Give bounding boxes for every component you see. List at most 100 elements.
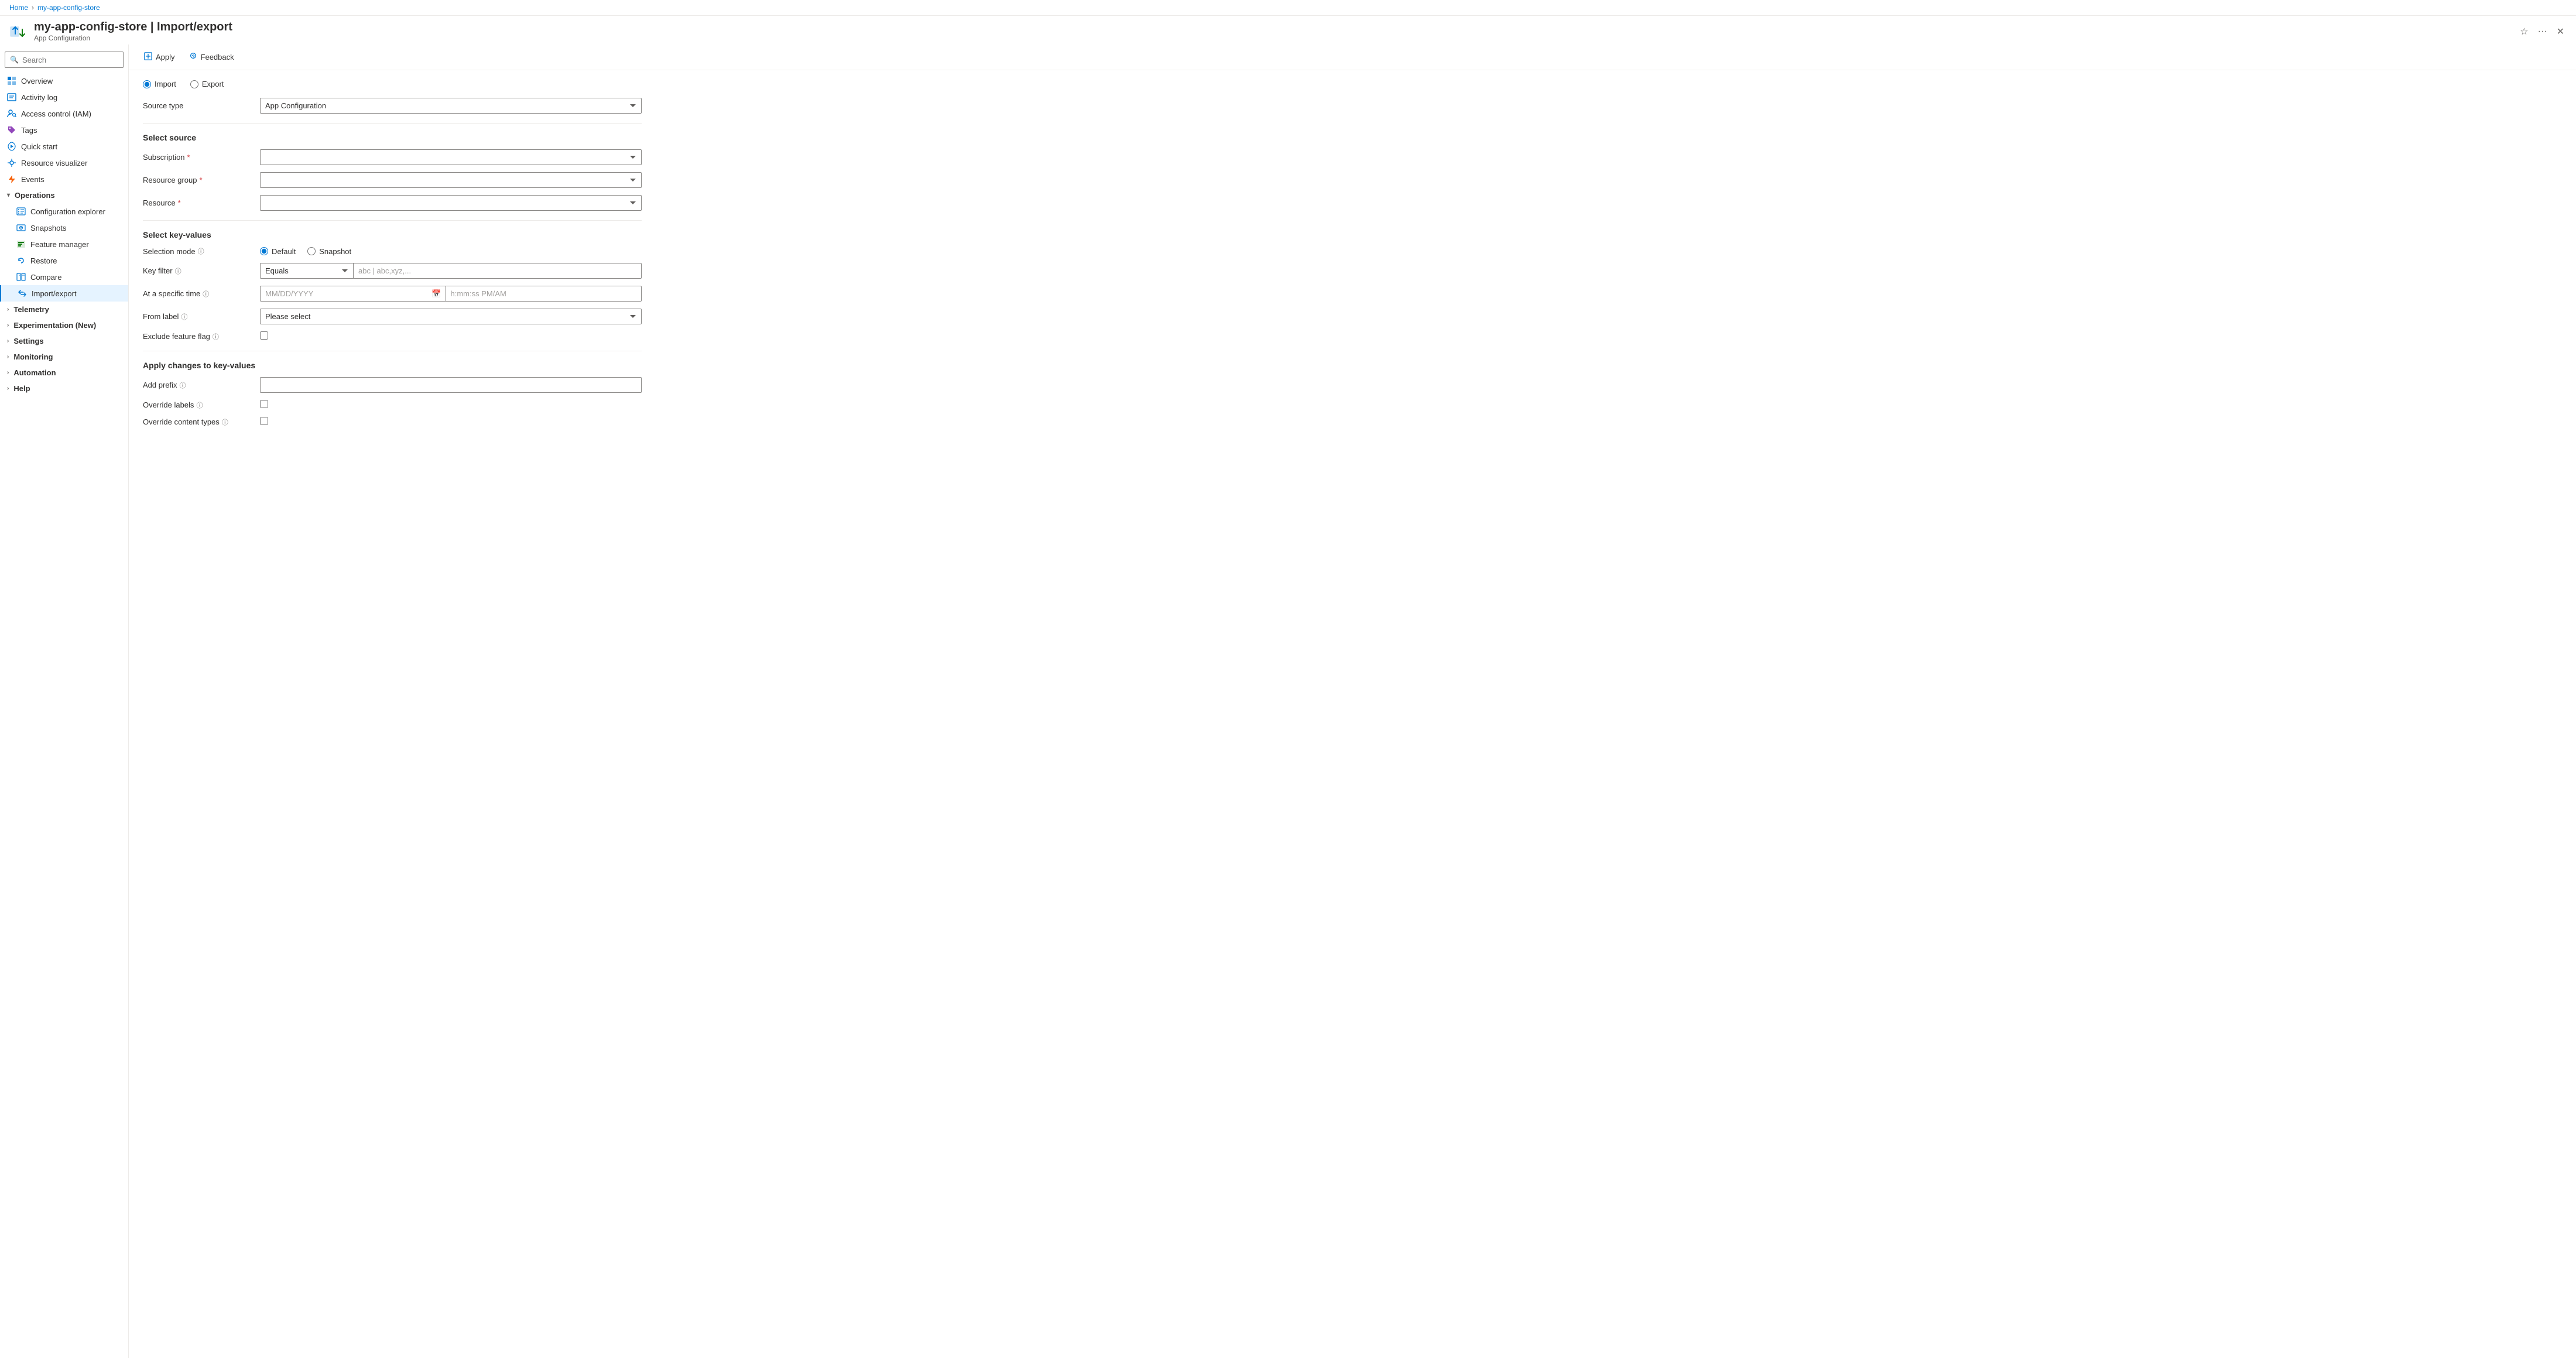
search-icon: 🔍 [10, 56, 19, 64]
resource-row: Resource * [143, 195, 642, 211]
resource-group-row: Resource group * [143, 172, 642, 188]
subscription-row: Subscription * [143, 149, 642, 165]
from-label-info-icon[interactable]: ⓘ [181, 312, 187, 321]
sidebar-item-snapshots[interactable]: Snapshots [0, 220, 128, 236]
date-time-composite: 📅 [260, 286, 642, 302]
override-content-types-row: Override content types ⓘ [143, 417, 642, 427]
experimentation-chevron-icon: › [7, 322, 9, 328]
sidebar-item-quick-start[interactable]: Quick start [0, 138, 128, 155]
close-button[interactable]: ✕ [2554, 23, 2567, 40]
subscription-control [260, 149, 642, 165]
override-content-types-info-icon[interactable]: ⓘ [222, 417, 228, 427]
telemetry-chevron-icon: › [7, 306, 9, 313]
sidebar-item-access-control[interactable]: Access control (IAM) [0, 105, 128, 122]
divider-2 [143, 220, 642, 221]
settings-chevron-icon: › [7, 338, 9, 344]
import-radio-text: Import [155, 80, 176, 88]
subscription-select[interactable] [260, 149, 642, 165]
page-icon [9, 22, 28, 41]
sidebar-label-config-explorer: Configuration explorer [30, 207, 105, 216]
exclude-feature-flag-info-icon[interactable]: ⓘ [213, 332, 219, 341]
specific-time-info-icon[interactable]: ⓘ [203, 289, 209, 299]
more-options-button[interactable]: ··· [2536, 24, 2550, 39]
sidebar-label-telemetry: Telemetry [13, 305, 49, 314]
resource-select[interactable] [260, 195, 642, 211]
specific-time-control: 📅 [260, 286, 642, 302]
resource-group-select[interactable] [260, 172, 642, 188]
key-filter-value-input[interactable] [354, 263, 642, 279]
sidebar-section-settings[interactable]: › Settings [0, 333, 128, 349]
export-radio[interactable] [190, 80, 198, 88]
feedback-icon [189, 52, 197, 62]
key-filter-operator-select[interactable]: Equals Starts with Does not equal [260, 263, 354, 279]
snapshot-radio-label[interactable]: Snapshot [307, 247, 351, 256]
date-input[interactable] [260, 286, 446, 302]
override-labels-row: Override labels ⓘ [143, 400, 642, 410]
sidebar-section-monitoring[interactable]: › Monitoring [0, 349, 128, 365]
add-prefix-input[interactable] [260, 377, 642, 393]
sidebar-label-access-control: Access control (IAM) [21, 109, 91, 118]
sidebar-item-overview[interactable]: Overview [0, 73, 128, 89]
sidebar-item-events[interactable]: Events [0, 171, 128, 187]
calendar-icon[interactable]: 📅 [431, 289, 441, 299]
sidebar-item-import-export[interactable]: Import/export [0, 285, 128, 302]
sidebar-item-feature-manager[interactable]: Feature manager [0, 236, 128, 252]
sidebar-label-events: Events [21, 175, 44, 184]
help-chevron-icon: › [7, 385, 9, 392]
override-labels-checkbox[interactable] [260, 400, 268, 408]
override-content-types-checkbox[interactable] [260, 417, 268, 425]
toolbar: Apply Feedback [129, 44, 2576, 70]
default-radio-label[interactable]: Default [260, 247, 296, 256]
from-label-label: From label ⓘ [143, 312, 260, 321]
key-filter-info-icon[interactable]: ⓘ [175, 266, 181, 276]
breadcrumb-resource[interactable]: my-app-config-store [37, 4, 100, 12]
sidebar-item-activity-log[interactable]: Activity log [0, 89, 128, 105]
sidebar-section-experimentation[interactable]: › Experimentation (New) [0, 317, 128, 333]
sidebar-label-quick-start: Quick start [21, 142, 57, 151]
sidebar-section-operations[interactable]: ▾ Operations [0, 187, 128, 203]
override-labels-info-icon[interactable]: ⓘ [196, 400, 203, 410]
selection-mode-radio-group: Default Snapshot [260, 247, 642, 256]
exclude-feature-flag-checkbox[interactable] [260, 331, 268, 340]
config-explorer-icon [16, 207, 26, 216]
page-title: my-app-config-store | Import/export [34, 20, 2512, 34]
favorite-button[interactable]: ☆ [2517, 23, 2530, 40]
sidebar-item-resource-visualizer[interactable]: Resource visualizer [0, 155, 128, 171]
sidebar-item-tags[interactable]: Tags [0, 122, 128, 138]
page-subtitle: App Configuration [34, 34, 2512, 42]
add-prefix-info-icon[interactable]: ⓘ [180, 381, 186, 390]
source-type-select[interactable]: App Configuration Configuration file [260, 98, 642, 114]
add-prefix-control [260, 377, 642, 393]
selection-mode-info-icon[interactable]: ⓘ [198, 247, 204, 256]
feedback-button[interactable]: Feedback [183, 49, 240, 65]
snapshot-radio[interactable] [307, 247, 316, 255]
source-type-control: App Configuration Configuration file [260, 98, 642, 114]
exclude-feature-flag-label: Exclude feature flag ⓘ [143, 332, 260, 341]
divider-1 [143, 123, 642, 124]
export-radio-label[interactable]: Export [190, 80, 224, 88]
from-label-select[interactable]: Please select [260, 309, 642, 324]
sidebar-section-telemetry[interactable]: › Telemetry [0, 302, 128, 317]
sidebar-item-config-explorer[interactable]: Configuration explorer [0, 203, 128, 220]
time-input[interactable] [446, 286, 642, 302]
snapshots-icon [16, 223, 26, 232]
from-label-row: From label ⓘ Please select [143, 309, 642, 324]
sidebar-item-compare[interactable]: Compare [0, 269, 128, 285]
search-input[interactable] [22, 56, 125, 64]
import-radio-label[interactable]: Import [143, 80, 176, 88]
sidebar-section-automation[interactable]: › Automation [0, 365, 128, 381]
import-radio[interactable] [143, 80, 151, 88]
apply-button[interactable]: Apply [138, 49, 181, 65]
specific-time-label: At a specific time ⓘ [143, 289, 260, 299]
selection-mode-control: Default Snapshot [260, 247, 642, 256]
breadcrumb-home[interactable]: Home [9, 4, 28, 12]
main-content: Apply Feedback Import Export [129, 44, 2576, 1358]
sidebar-section-help[interactable]: › Help [0, 381, 128, 396]
override-labels-label: Override labels ⓘ [143, 400, 260, 410]
sidebar-item-restore[interactable]: Restore [0, 252, 128, 269]
default-radio[interactable] [260, 247, 268, 255]
source-type-row: Source type App Configuration Configurat… [143, 98, 642, 114]
events-icon [7, 174, 16, 184]
resource-control [260, 195, 642, 211]
import-export-nav-icon [18, 289, 27, 298]
